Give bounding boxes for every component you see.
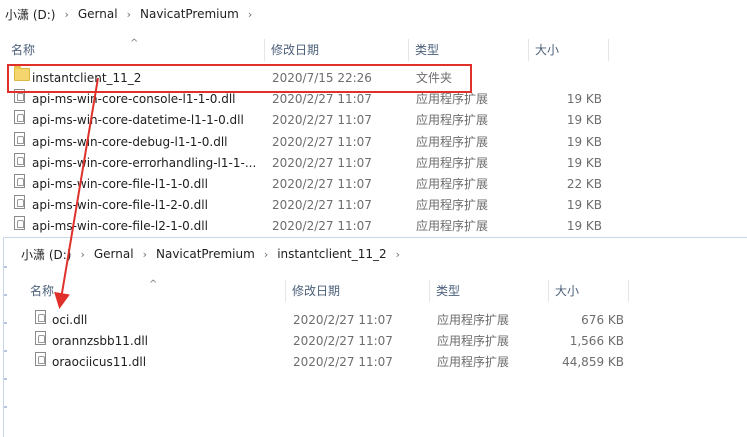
chevron-right-icon[interactable]: › [258, 248, 274, 261]
file-size: 22 KB [566, 177, 602, 191]
column-header-name[interactable]: 名称 ^ [24, 279, 286, 302]
file-size: 676 KB [581, 313, 624, 327]
file-modified-date: 2020/2/27 11:07 [293, 313, 393, 327]
dll-file-icon [14, 110, 25, 125]
file-modified-date: 2020/2/27 11:07 [272, 198, 372, 213]
breadcrumb-item-drive[interactable]: 小潇 (D:) [2, 6, 58, 23]
breadcrumb-item-instantclient[interactable]: instantclient_11_2 [274, 247, 389, 261]
explorer-window-child: 小潇 (D:) › Gernal › NavicatPremium › inst… [3, 237, 747, 437]
breadcrumb: 小潇 (D:) › Gernal › NavicatPremium › [2, 0, 747, 28]
file-modified-date: 2020/2/27 11:07 [293, 355, 393, 369]
chevron-right-icon[interactable]: › [58, 8, 74, 21]
column-header-size-label: 大小 [535, 43, 560, 57]
chevron-right-icon[interactable]: › [390, 248, 406, 261]
file-modified-date: 2020/2/27 11:07 [272, 155, 372, 170]
list-item[interactable]: api-ms-win-core-file-l2-1-0.dll 2020/2/27… [0, 216, 747, 237]
column-header-modified-label: 修改日期 [271, 43, 320, 57]
file-modified-date: 2020/2/27 11:07 [272, 219, 372, 234]
file-size: 19 KB [566, 92, 602, 107]
file-type: 应用程序扩展 [437, 334, 510, 348]
chevron-right-icon[interactable]: › [242, 8, 258, 21]
explorer-window-parent: 小潇 (D:) › Gernal › NavicatPremium › 名称 ^… [0, 0, 747, 236]
file-size: 19 KB [566, 113, 602, 128]
breadcrumb-item-gernal[interactable]: Gernal [75, 7, 121, 21]
column-header-modified[interactable]: 修改日期 [265, 39, 409, 61]
list-item[interactable]: api-ms-win-core-file-l1-1-0.dll 2020/2/27… [0, 174, 747, 195]
breadcrumb-item-drive[interactable]: 小潇 (D:) [18, 246, 74, 263]
file-modified-date: 2020/2/27 11:07 [272, 113, 372, 128]
column-header-row: 名称 ^ 修改日期 类型 大小 [0, 38, 747, 61]
file-size: 1,566 KB [569, 334, 624, 348]
column-header-type[interactable]: 类型 [409, 39, 529, 61]
file-name: api-ms-win-core-file-l1-2-0.dll [32, 198, 208, 213]
file-type: 应用程序扩展 [416, 198, 489, 213]
column-header-modified[interactable]: 修改日期 [286, 280, 430, 302]
list-item[interactable]: api-ms-win-core-datetime-l1-1-0.dll 2020/… [0, 110, 747, 131]
file-modified-date: 2020/2/27 11:07 [272, 177, 372, 191]
file-name: oci.dll [52, 313, 88, 327]
breadcrumb-item-gernal[interactable]: Gernal [91, 247, 137, 261]
file-name: api-ms-win-core-debug-l1-1-0.dll [32, 134, 228, 149]
breadcrumb-item-navicatpremium[interactable]: NavicatPremium [153, 247, 258, 261]
chevron-right-icon[interactable]: › [137, 248, 153, 261]
file-type: 应用程序扩展 [437, 355, 510, 369]
file-size: 19 KB [566, 219, 602, 234]
column-header-name-label: 名称 [11, 43, 36, 57]
file-type: 应用程序扩展 [416, 113, 489, 128]
file-type: 应用程序扩展 [416, 219, 489, 234]
file-size: 44,859 KB [562, 355, 624, 369]
file-size: 19 KB [566, 155, 602, 170]
dll-file-icon [14, 195, 25, 210]
dll-file-icon [35, 331, 46, 345]
dll-file-icon [14, 152, 25, 167]
column-header-size-label: 大小 [555, 284, 580, 298]
breadcrumb: 小潇 (D:) › Gernal › NavicatPremium › inst… [18, 240, 747, 268]
sort-ascending-icon: ^ [149, 279, 158, 290]
column-header-name-label: 名称 [30, 284, 55, 298]
list-item[interactable]: orannzsbb11.dll 2020/2/27 11:07 应用程序扩展 1,56… [4, 331, 747, 352]
dll-file-icon [35, 352, 46, 366]
list-item[interactable]: api-ms-win-core-errorhandling-l1-1-... 20… [0, 152, 747, 174]
dll-file-icon [14, 131, 25, 146]
file-name: api-ms-win-core-file-l1-1-0.dll [32, 177, 208, 191]
file-name: oraociicus11.dll [52, 355, 147, 369]
column-header-type-label: 类型 [436, 284, 461, 298]
column-header-name[interactable]: 名称 ^ [5, 38, 265, 61]
file-modified-date: 2020/2/27 11:07 [272, 134, 372, 149]
dll-file-icon [35, 310, 46, 324]
list-item[interactable]: oraociicus11.dll 2020/2/27 11:07 应用程序扩展 44,… [4, 352, 747, 373]
list-item[interactable]: oci.dll 2020/2/27 11:07 应用程序扩展 676 KB [4, 310, 747, 331]
dll-file-icon [14, 174, 25, 188]
file-size: 19 KB [566, 134, 602, 149]
column-header-row: 名称 ^ 修改日期 类型 大小 [4, 279, 747, 302]
file-type: 应用程序扩展 [437, 313, 510, 327]
column-header-modified-label: 修改日期 [292, 284, 341, 298]
highlight-box [7, 64, 472, 93]
breadcrumb-item-navicatpremium[interactable]: NavicatPremium [137, 7, 242, 21]
dll-file-icon [14, 216, 25, 231]
file-name: api-ms-win-core-datetime-l1-1-0.dll [32, 113, 244, 128]
file-name: api-ms-win-core-file-l2-1-0.dll [32, 219, 208, 234]
file-modified-date: 2020/2/27 11:07 [293, 334, 393, 348]
column-header-type-label: 类型 [415, 43, 440, 57]
sort-ascending-icon: ^ [130, 38, 139, 49]
list-item[interactable]: api-ms-win-core-debug-l1-1-0.dll 2020/2/2… [0, 131, 747, 153]
column-header-size[interactable]: 大小 [529, 39, 609, 61]
file-name: api-ms-win-core-errorhandling-l1-1-... [32, 155, 257, 170]
file-type: 应用程序扩展 [416, 177, 489, 191]
chevron-right-icon[interactable]: › [121, 8, 137, 21]
file-type: 应用程序扩展 [416, 155, 489, 170]
file-type: 应用程序扩展 [416, 134, 489, 149]
file-size: 19 KB [566, 198, 602, 213]
list-item[interactable]: api-ms-win-core-file-l1-2-0.dll 2020/2/27… [0, 195, 747, 216]
chevron-right-icon[interactable]: › [74, 248, 90, 261]
column-header-type[interactable]: 类型 [430, 280, 549, 302]
column-header-size[interactable]: 大小 [549, 280, 629, 302]
file-name: orannzsbb11.dll [52, 334, 148, 348]
